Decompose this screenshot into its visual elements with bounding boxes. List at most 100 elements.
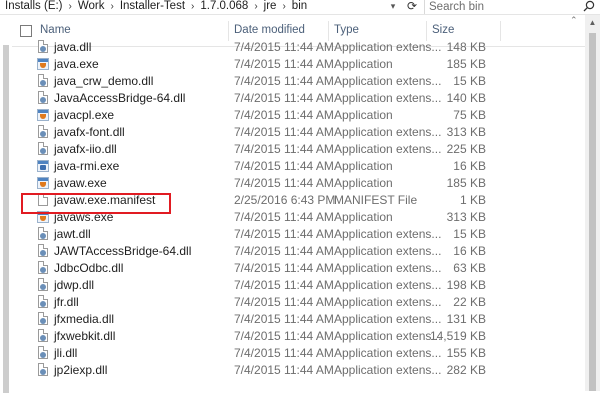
file-row[interactable]: JdbcOdbc.dll 7/4/2015 11:44 AM Application… [12, 260, 585, 277]
file-row[interactable]: java_crw_demo.dll 7/4/2015 11:44 AM Applic… [12, 73, 585, 90]
search-icon[interactable] [582, 0, 596, 13]
file-type: Application [334, 57, 393, 71]
dll-icon [36, 346, 50, 361]
scroll-up-icon[interactable]: ▲ [585, 15, 600, 30]
file-type: Application [334, 210, 393, 224]
file-name: jfxmedia.dll [54, 312, 115, 326]
file-name: javacpl.exe [54, 108, 115, 122]
file-name: javaw.exe [54, 176, 107, 190]
file-row[interactable]: java.dll 7/4/2015 11:44 AM Application ext… [12, 39, 585, 56]
column-divider[interactable] [426, 21, 427, 41]
file-size: 75 KB [453, 108, 486, 122]
file-date-modified: 7/4/2015 11:44 AM [234, 261, 334, 275]
file-row[interactable]: JavaAccessBridge-64.dll 7/4/2015 11:44 AM… [12, 90, 585, 107]
breadcrumb-separator-icon[interactable]: › [279, 0, 288, 13]
file-size: 22 KB [453, 295, 486, 309]
column-divider[interactable] [500, 21, 501, 41]
file-row[interactable]: jawt.dll 7/4/2015 11:44 AM Application ext… [12, 226, 585, 243]
file-name: jawt.dll [54, 227, 91, 241]
breadcrumb-item[interactable]: jre [261, 0, 280, 13]
file-date-modified: 7/4/2015 11:44 AM [234, 329, 334, 343]
file-name: java.dll [54, 40, 92, 54]
file-date-modified: 7/4/2015 11:44 AM [234, 227, 334, 241]
file-size: 148 KB [446, 40, 486, 54]
file-row[interactable]: java-rmi.exe 7/4/2015 11:44 AM Application… [12, 158, 585, 175]
navigation-pane-scrollbar[interactable] [3, 45, 9, 393]
file-name: jfxwebkit.dll [54, 329, 116, 343]
search-input[interactable] [429, 0, 569, 13]
file-date-modified: 7/4/2015 11:44 AM [234, 142, 334, 156]
file-date-modified: 7/4/2015 11:44 AM [234, 244, 334, 258]
file-date-modified: 7/4/2015 11:44 AM [234, 159, 334, 173]
file-date-modified: 7/4/2015 11:44 AM [234, 108, 334, 122]
file-size: 225 KB [446, 142, 486, 156]
file-row[interactable]: javafx-font.dll 7/4/2015 11:44 AM Applicat… [12, 124, 585, 141]
dll-icon [36, 40, 50, 55]
breadcrumb-item[interactable]: 1.7.0.068 [197, 0, 251, 13]
dll-icon [36, 125, 50, 140]
dll-icon [36, 261, 50, 276]
file-name: JdbcOdbc.dll [54, 261, 124, 275]
file-date-modified: 7/4/2015 11:44 AM [234, 74, 334, 88]
file-name: jli.dll [54, 346, 78, 360]
file-size: 185 KB [446, 176, 486, 190]
app-exe-icon [36, 159, 50, 174]
java-exe-icon [36, 176, 50, 191]
file-name: jfr.dll [54, 295, 79, 309]
java-exe-icon [36, 57, 50, 72]
file-row[interactable]: java.exe 7/4/2015 11:44 AM Application 185 … [12, 56, 585, 73]
file-row[interactable]: jfxwebkit.dll 7/4/2015 11:44 AM Applicatio… [12, 328, 585, 345]
file-size: 313 KB [446, 210, 486, 224]
column-divider[interactable] [228, 21, 229, 41]
select-all-checkbox[interactable] [20, 25, 32, 37]
file-row[interactable]: javacpl.exe 7/4/2015 11:44 AM Application 7… [12, 107, 585, 124]
file-size: 63 KB [453, 261, 486, 275]
file-type: Application [334, 176, 393, 190]
file-date-modified: 7/4/2015 11:44 AM [234, 278, 334, 292]
java-exe-icon [36, 108, 50, 123]
file-row[interactable]: jfr.dll 7/4/2015 11:44 AM Application exte… [12, 294, 585, 311]
file-name: JAWTAccessBridge-64.dll [54, 244, 192, 258]
scrollbar-thumb[interactable] [589, 33, 596, 391]
file-date-modified: 2/25/2016 6:43 PM [234, 193, 336, 207]
file-row[interactable]: jdwp.dll 7/4/2015 11:44 AM Application ext… [12, 277, 585, 294]
file-row[interactable]: jfxmedia.dll 7/4/2015 11:44 AM Application… [12, 311, 585, 328]
file-row[interactable]: jp2iexp.dll 7/4/2015 11:44 AM Application … [12, 362, 585, 379]
breadcrumb-separator-icon[interactable]: › [107, 0, 116, 13]
file-size: 155 KB [446, 346, 486, 360]
breadcrumb-item[interactable]: Installer-Test [117, 0, 188, 13]
highlight-annotation-box [21, 193, 171, 214]
dll-icon [36, 142, 50, 157]
breadcrumb-item[interactable]: Work [75, 0, 108, 13]
file-date-modified: 7/4/2015 11:44 AM [234, 125, 334, 139]
file-date-modified: 7/4/2015 11:44 AM [234, 57, 334, 71]
dll-icon [36, 244, 50, 259]
file-date-modified: 7/4/2015 11:44 AM [234, 363, 334, 377]
file-size: 15 KB [453, 74, 486, 88]
dll-icon [36, 329, 50, 344]
vertical-scrollbar[interactable]: ▲ [585, 15, 600, 391]
file-row[interactable]: javaw.exe 7/4/2015 11:44 AM Application 185… [12, 175, 585, 192]
file-name: javafx-iio.dll [54, 142, 117, 156]
file-name: java-rmi.exe [54, 159, 120, 173]
column-divider[interactable] [328, 21, 329, 41]
file-row[interactable]: jli.dll 7/4/2015 11:44 AM Application exte… [12, 345, 585, 362]
file-row[interactable]: javafx-iio.dll 7/4/2015 11:44 AM Applicati… [12, 141, 585, 158]
file-row[interactable]: JAWTAccessBridge-64.dll 7/4/2015 11:44 AM… [12, 243, 585, 260]
breadcrumb-separator-icon[interactable]: › [188, 0, 197, 13]
breadcrumb-item[interactable]: Installs (E:) [2, 0, 66, 13]
file-date-modified: 7/4/2015 11:44 AM [234, 40, 334, 54]
address-history-dropdown-icon[interactable]: ▾ [385, 0, 401, 14]
address-bar[interactable]: Installs (E:) › Work › Installer-Test › 1.7.0.… [0, 0, 600, 15]
breadcrumb-separator-icon[interactable]: › [251, 0, 260, 13]
breadcrumb-item[interactable]: bin [289, 0, 310, 13]
search-box[interactable] [424, 0, 600, 14]
refresh-icon[interactable]: ⟳ [404, 0, 420, 14]
file-date-modified: 7/4/2015 11:44 AM [234, 295, 334, 309]
dll-icon [36, 295, 50, 310]
sort-caret-icon: ⌃ [570, 15, 578, 25]
file-size: 185 KB [446, 57, 486, 71]
breadcrumb-separator-icon[interactable]: › [66, 0, 75, 13]
file-size: 313 KB [446, 125, 486, 139]
dll-icon [36, 312, 50, 327]
